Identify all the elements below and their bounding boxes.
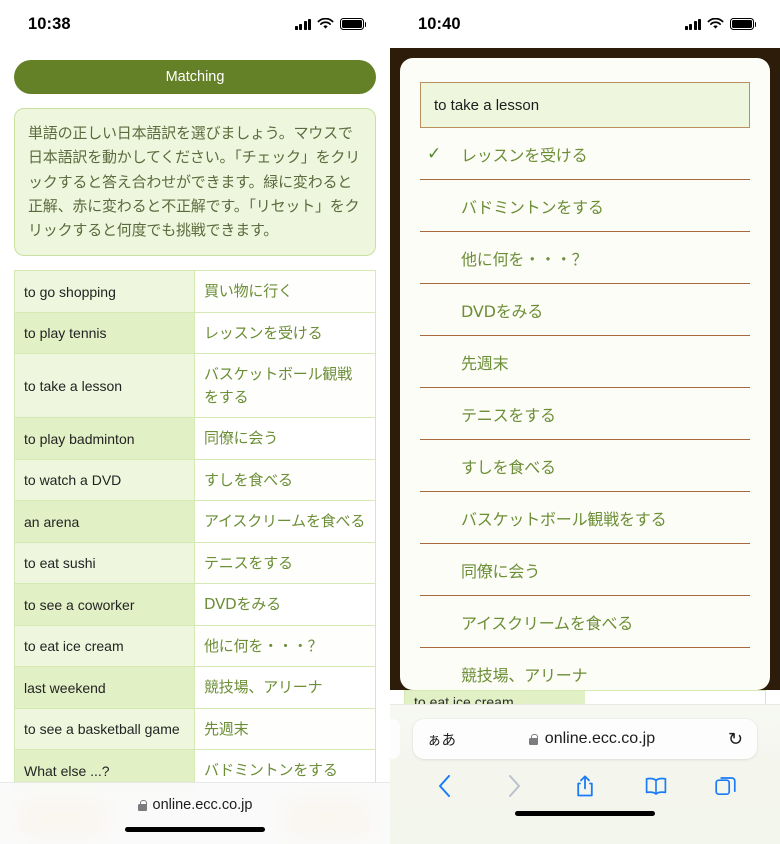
- matching-title-button[interactable]: Matching: [14, 60, 376, 94]
- dual-screenshot-container: 10:38 Matching 単語の正しい日本語訳を選びましょう。マウスで日本語…: [0, 0, 780, 844]
- picker-option[interactable]: DVDをみる: [420, 284, 750, 336]
- reload-icon[interactable]: ↻: [728, 729, 743, 750]
- cellular-bars-icon: [684, 18, 701, 30]
- bookmarks-button[interactable]: [638, 771, 674, 801]
- matching-table: to go shopping 買い物に行く to play tennis レッス…: [14, 270, 376, 792]
- check-icon: ✓: [427, 143, 442, 164]
- tabs-button[interactable]: [708, 771, 744, 801]
- english-term: to see a basketball game: [14, 707, 195, 751]
- table-row: to see a coworker DVDをみる: [14, 583, 376, 626]
- picker-option[interactable]: 他に何を・・・？: [420, 232, 750, 284]
- table-row: to take a lesson バスケットボール観戦をする: [14, 353, 376, 419]
- table-row: to eat sushi テニスをする: [14, 541, 376, 585]
- english-term: an arena: [14, 500, 195, 543]
- english-term: to see a coworker: [14, 583, 195, 626]
- lock-icon: [137, 799, 147, 811]
- picker-option[interactable]: バドミントンをする: [420, 180, 750, 232]
- status-bar-icons: [684, 18, 757, 30]
- status-bar-icons: [294, 18, 367, 30]
- status-bar: 10:38: [0, 0, 390, 48]
- table-row: an arena アイスクリームを食べる: [14, 500, 376, 543]
- japanese-answer[interactable]: 他に何を・・・？: [194, 624, 376, 668]
- picker-option-label: テニスをする: [461, 405, 556, 425]
- japanese-answer[interactable]: 競技場、アリーナ: [194, 666, 376, 709]
- english-term: to eat ice cream: [14, 624, 195, 668]
- picker-option[interactable]: アイスクリームを食べる: [420, 596, 750, 648]
- japanese-answer[interactable]: 同僚に会う: [194, 417, 376, 460]
- matching-table-body: to go shopping 買い物に行く to play tennis レッス…: [14, 270, 376, 792]
- japanese-answer[interactable]: バスケットボール観戦をする: [194, 353, 376, 419]
- english-term: last weekend: [14, 666, 195, 709]
- japanese-answer[interactable]: 先週末: [194, 707, 376, 751]
- english-term: to eat sushi: [14, 541, 195, 585]
- picker-option-label: すしを食べる: [461, 457, 556, 477]
- address-bar[interactable]: ぁあ online.ecc.co.jp ↻: [413, 719, 757, 759]
- option-picker-modal: to take a lesson ✓ レッスンを受ける バドミントンをする 他に…: [400, 58, 770, 690]
- instructions-panel: 単語の正しい日本語訳を選びましょう。マウスで日本語訳を動かしてください。「チェッ…: [14, 108, 376, 257]
- japanese-answer[interactable]: すしを食べる: [194, 458, 376, 502]
- picker-option-label: バスケットボール観戦をする: [461, 509, 667, 529]
- status-bar: 10:40: [390, 0, 780, 48]
- table-row: to play tennis レッスンを受ける: [14, 311, 376, 355]
- english-term: to watch a DVD: [14, 458, 195, 502]
- adjacent-tab-peek[interactable]: [390, 719, 400, 759]
- address-bar-url: online.ecc.co.jp: [544, 730, 656, 747]
- picker-option-label: アイスクリームを食べる: [461, 613, 634, 633]
- japanese-answer[interactable]: テニスをする: [194, 541, 376, 585]
- japanese-answer[interactable]: DVDをみる: [194, 583, 376, 626]
- table-row: to go shopping 買い物に行く: [14, 270, 376, 313]
- english-term: to play tennis: [14, 311, 195, 355]
- picker-option-label: 他に何を・・・？: [461, 249, 588, 269]
- safari-toolbar: ぁあ online.ecc.co.jp ↻: [390, 704, 780, 844]
- lesson-page: Matching 単語の正しい日本語訳を選びましょう。マウスで日本語訳を動かして…: [0, 60, 390, 835]
- wifi-icon: [317, 18, 334, 29]
- picker-option-selected[interactable]: ✓ レッスンを受ける: [420, 128, 750, 180]
- picker-option-label: DVDをみる: [461, 301, 544, 321]
- picker-option[interactable]: すしを食べる: [420, 440, 750, 492]
- selected-term-field[interactable]: to take a lesson: [420, 82, 750, 128]
- picker-option[interactable]: テニスをする: [420, 388, 750, 440]
- address-bar-compact[interactable]: online.ecc.co.jp: [137, 797, 253, 813]
- english-term: to go shopping: [14, 270, 195, 313]
- home-indicator[interactable]: [125, 827, 265, 832]
- picker-option-label: レッスンを受ける: [461, 145, 588, 165]
- home-indicator[interactable]: [515, 811, 655, 816]
- safari-minimized-bar[interactable]: online.ecc.co.jp: [0, 782, 390, 844]
- japanese-answer[interactable]: アイスクリームを食べる: [194, 500, 376, 543]
- share-button[interactable]: [567, 771, 603, 801]
- address-bar-url: online.ecc.co.jp: [152, 797, 253, 813]
- browser-toolbar: [410, 771, 760, 801]
- back-button[interactable]: [426, 771, 462, 801]
- cellular-bars-icon: [294, 18, 311, 30]
- wifi-icon: [707, 18, 724, 29]
- selected-term-value: to take a lesson: [434, 96, 540, 114]
- picker-option-label: 競技場、アリーナ: [461, 666, 588, 685]
- picker-option[interactable]: 同僚に会う: [420, 544, 750, 596]
- lock-icon: [528, 733, 538, 745]
- forward-button[interactable]: [497, 771, 533, 801]
- picker-option-label: 同僚に会う: [461, 561, 541, 581]
- table-row: to see a basketball game 先週末: [14, 707, 376, 751]
- battery-icon: [340, 18, 367, 30]
- japanese-answer[interactable]: 買い物に行く: [194, 270, 376, 313]
- picker-option[interactable]: 先週末: [420, 336, 750, 388]
- address-bar-content: online.ecc.co.jp: [528, 730, 656, 748]
- english-term: to play badminton: [14, 417, 195, 460]
- text-size-button[interactable]: ぁあ: [427, 729, 456, 750]
- table-row: to eat ice cream 他に何を・・・？: [14, 624, 376, 668]
- table-row: to play badminton 同僚に会う: [14, 417, 376, 460]
- japanese-answer[interactable]: レッスンを受ける: [194, 311, 376, 355]
- status-bar-clock: 10:38: [28, 14, 71, 33]
- table-row: last weekend 競技場、アリーナ: [14, 666, 376, 709]
- picker-option-label: バドミントンをする: [461, 197, 604, 217]
- picker-option[interactable]: バスケットボール観戦をする: [420, 492, 750, 544]
- picker-option[interactable]: 競技場、アリーナ: [420, 648, 750, 690]
- battery-icon: [730, 18, 757, 30]
- table-row: to watch a DVD すしを食べる: [14, 458, 376, 502]
- english-term: to take a lesson: [14, 353, 195, 419]
- status-bar-clock: 10:40: [418, 14, 461, 33]
- picker-option-label: 先週末: [461, 353, 509, 373]
- left-phone-screen: 10:38 Matching 単語の正しい日本語訳を選びましょう。マウスで日本語…: [0, 0, 390, 844]
- right-phone-screen: 10:40 to take a lesson ✓ レッスンを受ける バドミントン…: [390, 0, 780, 844]
